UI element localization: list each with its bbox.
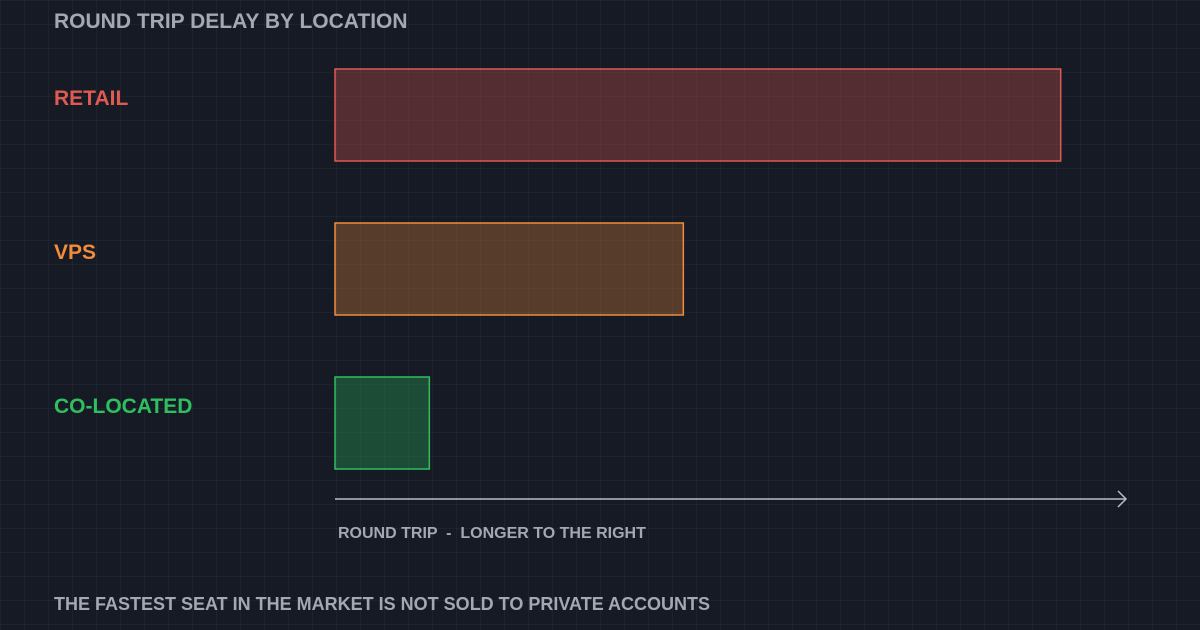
footer-caption: THE FASTEST SEAT IN THE MARKET IS NOT SO… [54,594,711,614]
x-axis-label: ROUND TRIP - LONGER TO THE RIGHT [338,525,646,542]
bar-vps [334,222,685,316]
bar-co-located [334,376,431,470]
bar-retail [334,68,1062,162]
bars-group [334,68,1062,470]
